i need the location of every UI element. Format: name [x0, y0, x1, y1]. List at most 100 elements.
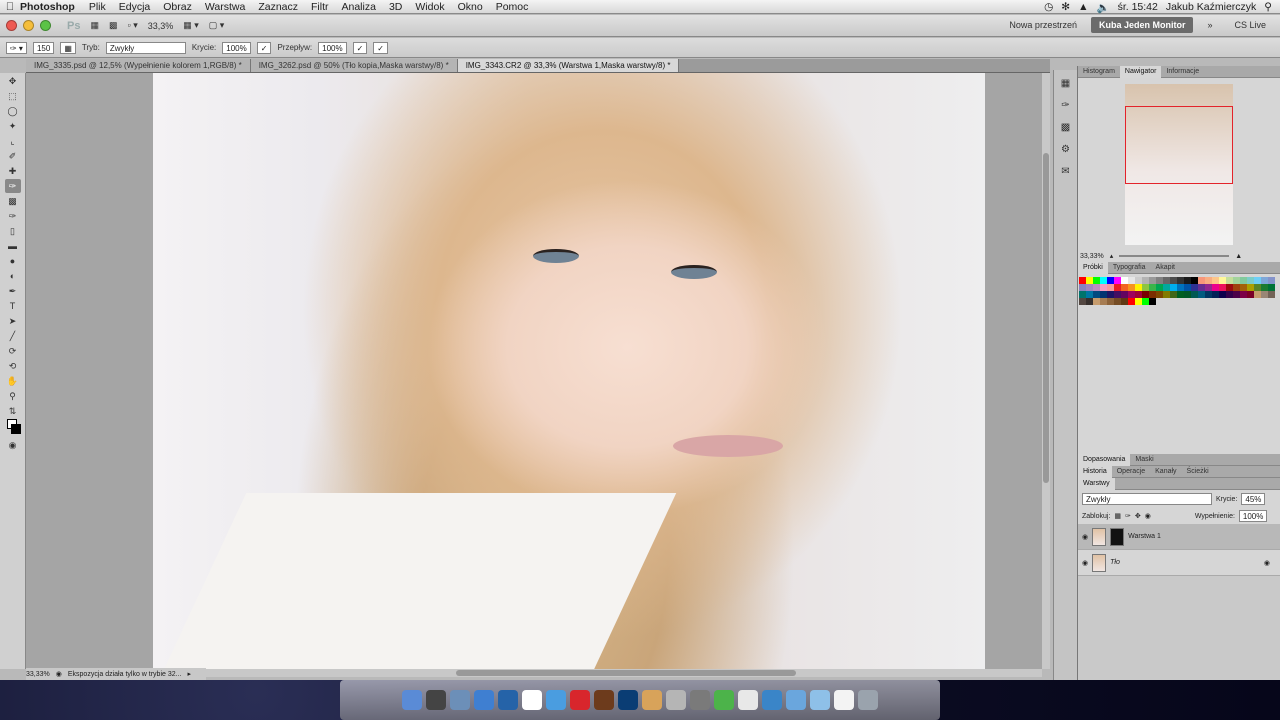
layer-name[interactable]: Warstwa 1 [1128, 533, 1161, 540]
mail-icon[interactable] [450, 690, 470, 710]
layer-row[interactable]: ◉ Warstwa 1 [1078, 524, 1280, 550]
color-swatch[interactable] [1121, 284, 1128, 291]
color-swatch[interactable] [1219, 277, 1226, 284]
color-swatch[interactable] [1121, 277, 1128, 284]
color-swatch[interactable] [1086, 298, 1093, 305]
color-swatch[interactable] [1114, 298, 1121, 305]
color-swatch[interactable] [1191, 277, 1198, 284]
color-swatch[interactable] [1240, 277, 1247, 284]
more-workspaces-icon[interactable]: » [1199, 17, 1220, 33]
color-swatch[interactable] [1261, 284, 1268, 291]
color-swatch[interactable] [1268, 277, 1275, 284]
photoshop-app-icon[interactable] [618, 690, 638, 710]
healing-tool-icon[interactable]: ✚ [5, 164, 21, 178]
tab-kanaly[interactable]: Kanały [1150, 468, 1181, 475]
layer-thumbnail[interactable] [1092, 527, 1107, 546]
bluetooth-icon[interactable]: ✻ [1061, 1, 1070, 13]
color-swatch[interactable] [1198, 291, 1205, 298]
color-swatch[interactable] [1233, 284, 1240, 291]
color-swatch[interactable] [1114, 277, 1121, 284]
color-swatch[interactable] [1177, 291, 1184, 298]
color-swatch[interactable] [1184, 284, 1191, 291]
color-swatches[interactable] [5, 419, 21, 437]
lock-transparency-icon[interactable]: ▦ [1114, 512, 1121, 520]
color-swatch[interactable] [1135, 298, 1142, 305]
hand-tool-icon[interactable]: ✋ [5, 374, 21, 388]
app-store-icon[interactable] [498, 690, 518, 710]
brush-panel-toggle-icon[interactable]: ▦ [60, 41, 76, 54]
color-swatch[interactable] [1219, 291, 1226, 298]
color-swatch[interactable] [1093, 277, 1100, 284]
dashboard-icon[interactable] [426, 690, 446, 710]
color-swatch[interactable] [1100, 298, 1107, 305]
lock-all-icon[interactable]: ◉ [1145, 512, 1151, 520]
color-swatch[interactable] [1079, 298, 1086, 305]
calendar-icon[interactable] [522, 690, 542, 710]
tab-typografia[interactable]: Typografia [1108, 264, 1151, 271]
tab-histogram[interactable]: Histogram [1078, 68, 1120, 75]
color-swatch[interactable] [1247, 284, 1254, 291]
arrange-documents-icon[interactable]: ▦ ▾ [183, 20, 199, 31]
color-swatch[interactable] [1247, 277, 1254, 284]
tab-maski[interactable]: Maski [1130, 456, 1158, 463]
3d-orbit-tool-icon[interactable]: ⟲ [5, 359, 21, 373]
tab-probki[interactable]: Próbki [1078, 261, 1108, 274]
brush-presets-icon[interactable]: ▩ [1059, 122, 1073, 136]
menu-3d[interactable]: 3D [389, 1, 402, 13]
tab-informacje[interactable]: Informacje [1161, 68, 1204, 75]
itunes-icon[interactable] [474, 690, 494, 710]
color-swatch[interactable] [1233, 277, 1240, 284]
color-swatch[interactable] [1163, 291, 1170, 298]
menu-pomoc[interactable]: Pomoc [496, 1, 529, 13]
color-swatch[interactable] [1093, 298, 1100, 305]
color-swatch[interactable] [1247, 291, 1254, 298]
color-swatch[interactable] [1156, 277, 1163, 284]
color-swatch[interactable] [1205, 291, 1212, 298]
color-swatch[interactable] [1219, 284, 1226, 291]
gradient-tool-icon[interactable]: ▬ [5, 239, 21, 253]
menu-plik[interactable]: Plik [89, 1, 106, 13]
utility-icon[interactable] [666, 690, 686, 710]
color-swatch[interactable] [1191, 291, 1198, 298]
tab-navigator[interactable]: Nawigator [1119, 65, 1162, 78]
opacity-input[interactable]: 100% [222, 41, 251, 54]
color-swatch[interactable] [1121, 291, 1128, 298]
color-swatch[interactable] [1128, 298, 1135, 305]
color-swatch[interactable] [1198, 284, 1205, 291]
lasso-tool-icon[interactable]: ◯ [5, 104, 21, 118]
color-swatch[interactable] [1233, 291, 1240, 298]
notes-icon[interactable]: ✉ [1059, 166, 1073, 180]
pressure-opacity-icon[interactable]: ✓ [256, 41, 272, 54]
menu-zaznacz[interactable]: Zaznacz [258, 1, 298, 13]
color-swatch[interactable] [1114, 284, 1121, 291]
color-swatch[interactable] [1107, 291, 1114, 298]
apple-icon[interactable]:  [0, 1, 20, 13]
photo-portrait[interactable] [153, 73, 985, 669]
color-swatch[interactable] [1079, 291, 1086, 298]
color-swatch[interactable] [1128, 291, 1135, 298]
color-swatch[interactable] [1149, 291, 1156, 298]
color-swatch[interactable] [1107, 277, 1114, 284]
screen-mode-icon[interactable]: ▢ ▾ [209, 20, 225, 31]
color-swatch[interactable] [1121, 298, 1128, 305]
navigator-zoom-slider[interactable] [1119, 255, 1230, 257]
menu-obraz[interactable]: Obraz [163, 1, 192, 13]
color-swatch[interactable] [1240, 291, 1247, 298]
android-icon[interactable] [714, 690, 734, 710]
color-swatch[interactable] [1135, 284, 1142, 291]
color-swatch[interactable] [1079, 277, 1086, 284]
color-swatch[interactable] [1212, 277, 1219, 284]
iphoto-icon[interactable] [642, 690, 662, 710]
color-swatch[interactable] [1156, 284, 1163, 291]
tab-operacje[interactable]: Operacje [1112, 468, 1150, 475]
minimize-window-button[interactable] [23, 20, 34, 31]
brush-tool-icon[interactable]: ✑ [4, 179, 21, 193]
color-swatch[interactable] [1142, 298, 1149, 305]
color-swatch[interactable] [1149, 298, 1156, 305]
color-swatch[interactable] [1093, 291, 1100, 298]
airbrush-icon[interactable]: ✓ [352, 41, 368, 54]
menu-widok[interactable]: Widok [415, 1, 444, 13]
color-swatch[interactable] [1212, 284, 1219, 291]
menu-app-name[interactable]: Photoshop [20, 1, 75, 13]
blur-tool-icon[interactable]: ● [5, 254, 21, 268]
